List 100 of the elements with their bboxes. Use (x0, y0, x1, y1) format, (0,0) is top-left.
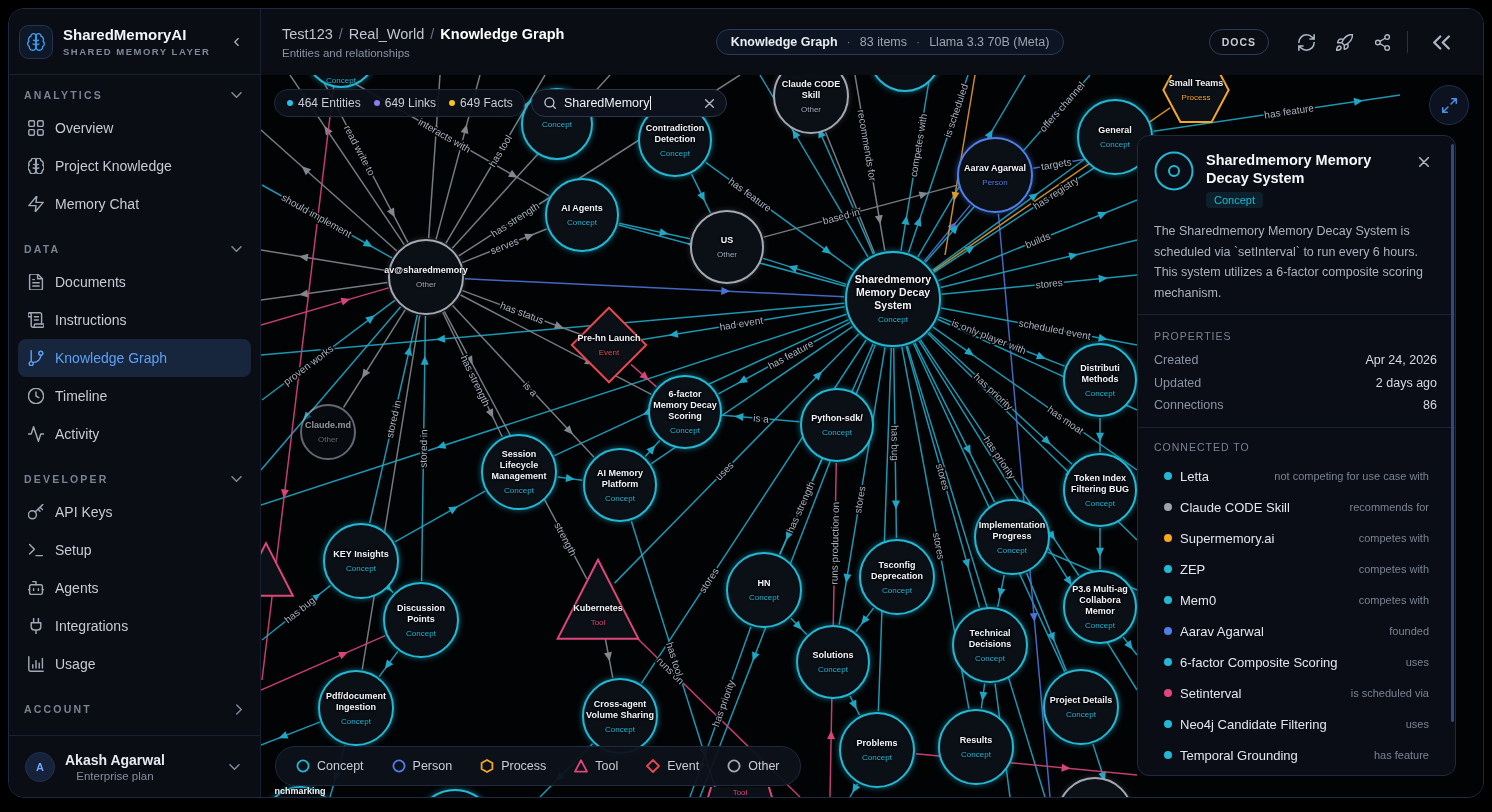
node-label: Session Lifecycle Management (490, 449, 548, 482)
concept-node[interactable]: Pdf/document Ingestion Concept (318, 670, 394, 746)
concept-node[interactable]: Sharedmemory Memory Decay System Concept (845, 251, 941, 347)
event-node[interactable]: Pre-hn Launch Event (571, 307, 647, 383)
connection-name[interactable]: Aarav Agarwal (1180, 623, 1264, 639)
nav-item[interactable]: API Keys (18, 493, 251, 531)
terminal-icon (28, 542, 44, 558)
user-avatar[interactable]: A (25, 751, 55, 782)
section-toggle[interactable]: ACCOUNT (18, 699, 251, 719)
relation-label: recommends for (1348, 501, 1429, 513)
concept-node[interactable]: Session Lifecycle Management Concept (481, 434, 557, 510)
process-node[interactable]: Small Teams Process (1162, 75, 1230, 124)
hexagon-icon (480, 759, 495, 773)
other-node[interactable]: US Other (690, 210, 764, 284)
concept-node[interactable]: Project Details Concept (1043, 669, 1119, 745)
breadcrumb-link[interactable]: Test123 (282, 25, 333, 42)
node-type: Concept (862, 753, 892, 762)
nav-item[interactable]: Activity (18, 415, 251, 453)
nav-item[interactable]: Project Knowledge (18, 147, 251, 185)
concept-node[interactable]: Solutions Concept (796, 625, 870, 699)
key-icon (28, 504, 44, 520)
concept-node[interactable]: Python-sdk/ Concept (800, 388, 874, 462)
edge-label: stores (852, 485, 868, 515)
tool-node[interactable]: Kubernetes Tool (556, 558, 640, 642)
node-label: KEY Insights (333, 549, 389, 560)
context-text: Knowledge Graph (730, 35, 838, 49)
edge-label: competes with (907, 112, 930, 178)
scrollbar-thumb[interactable] (1451, 144, 1454, 722)
node-type: Concept (326, 75, 356, 85)
context-separator: · (846, 35, 851, 49)
nav-item[interactable]: Instructions (18, 301, 251, 339)
other-node[interactable]: Claude.md Other (300, 404, 356, 460)
node-type: Concept (1085, 388, 1115, 398)
edge-label: based in (821, 206, 861, 227)
node-type: Process (1181, 93, 1211, 102)
double-chevron-left-icon (1432, 33, 1450, 51)
other-node[interactable]: Claude CODE Skill Other (773, 75, 849, 134)
connection-name[interactable]: Mem0 (1180, 592, 1217, 608)
connection-name[interactable]: Setinterval (1180, 685, 1242, 701)
nav-item[interactable]: Knowledge Graph (18, 339, 251, 377)
nav-item[interactable]: Agents (18, 569, 251, 607)
concept-node[interactable]: AI Agents Concept (545, 178, 619, 252)
brand-tagline: SHARED MEMORY LAYER (63, 46, 211, 57)
nav-item[interactable]: Documents (18, 263, 251, 301)
legend-label: Concept (317, 759, 364, 773)
concept-node[interactable]: Token Index Filtering BUG Concept (1063, 453, 1137, 527)
node-label: Claude.md (305, 420, 351, 431)
concept-node[interactable]: AI Memory Platform Concept (583, 448, 657, 522)
chevron-down-icon (231, 476, 242, 482)
connection-name[interactable]: Claude CODE Skill (1180, 499, 1290, 515)
connection-name[interactable]: Temporal Grounding (1180, 747, 1298, 763)
nav-item[interactable]: Setup (18, 531, 251, 569)
node-label: Claude CODE Skill (780, 78, 842, 101)
section-toggle[interactable]: DATA (18, 239, 251, 259)
chevron-down-icon[interactable] (229, 763, 240, 770)
grid-icon (28, 120, 44, 136)
concept-node[interactable]: Technical Decisions Concept (952, 607, 1028, 683)
node-type: Event (598, 348, 620, 357)
node-label: Cross-agent Volume Sharing (586, 698, 654, 721)
node-type: Concept (1085, 498, 1115, 508)
nav-item[interactable]: Usage (18, 645, 251, 683)
connection-name[interactable]: ZEP (1180, 561, 1206, 577)
expand-button[interactable] (1429, 85, 1469, 125)
connection-name[interactable]: 6-factor Composite Scoring (1180, 654, 1338, 670)
section-toggle[interactable]: ANALYTICS (18, 85, 251, 105)
relation-label: competes with (1357, 532, 1429, 544)
concept-node[interactable]: P3.6 Multi-ag Collabora Memor Concept (1063, 570, 1137, 644)
section-heading: PROPERTIES (1154, 329, 1233, 343)
concept-node[interactable]: Tsconfig Deprecation Concept (859, 539, 935, 615)
connection-name[interactable]: Neo4j Candidate Filtering (1180, 716, 1327, 732)
connection-name[interactable]: Letta (1180, 468, 1209, 484)
concept-node[interactable]: KEY Insights Concept (323, 523, 399, 599)
search-field[interactable]: SharedMemory (531, 89, 727, 117)
concept-node[interactable]: Implementation Progress Concept (974, 499, 1050, 575)
concept-node[interactable]: 6-factor Memory Decay Scoring Concept (648, 375, 722, 449)
relation-label: has feature (1372, 749, 1429, 761)
stat-label: 464 Entities (298, 96, 361, 110)
pulse-icon (28, 426, 44, 442)
concept-node[interactable]: Problems Concept (839, 712, 915, 788)
circle-icon (391, 759, 406, 773)
edge-label: has tool (486, 132, 514, 169)
nav-item[interactable]: Overview (18, 109, 251, 147)
nav-item[interactable]: Memory Chat (18, 185, 251, 223)
concept-node[interactable]: Distributi Methods Concept (1063, 343, 1137, 417)
clear-button[interactable] (705, 98, 714, 108)
section-toggle[interactable]: DEVELOPER (18, 469, 251, 489)
nav-item[interactable]: Timeline (18, 377, 251, 415)
person-node[interactable]: Aarav Agarwal Person (957, 137, 1033, 213)
nav-item[interactable]: Integrations (18, 607, 251, 645)
connection-name[interactable]: Supermemory.ai (1180, 530, 1275, 546)
collapse-sidebar-button[interactable] (233, 35, 240, 48)
node-type: Concept (818, 665, 848, 674)
concept-node[interactable]: Discussion Points Concept (383, 582, 459, 658)
concept-node[interactable]: Results Concept (938, 709, 1014, 785)
close-button[interactable] (1416, 154, 1432, 170)
node-type: Concept (341, 716, 371, 726)
breadcrumb-link[interactable]: Real_World (348, 25, 425, 42)
concept-node[interactable]: HN Concept (726, 552, 802, 628)
scroll-icon (28, 312, 44, 328)
node-label: US (720, 235, 734, 246)
